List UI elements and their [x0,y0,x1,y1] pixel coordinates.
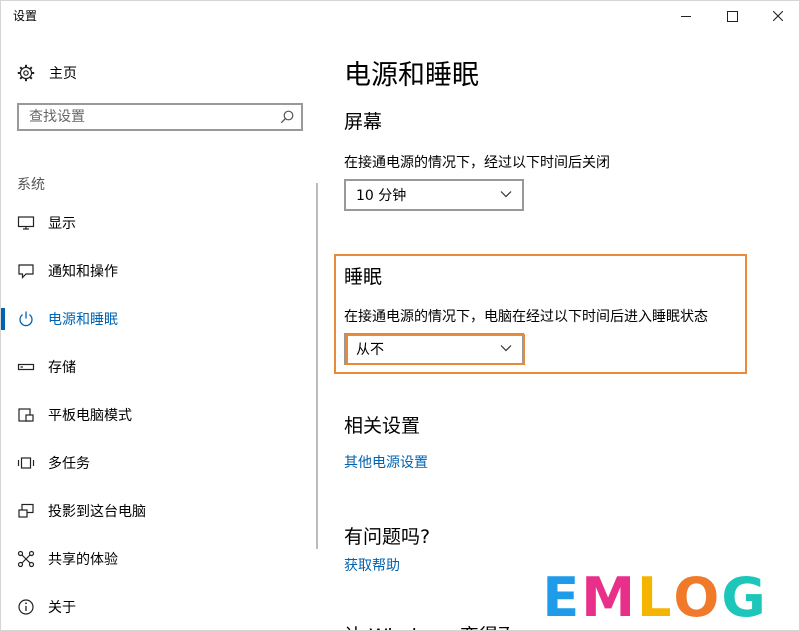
monitor-icon [17,214,35,232]
related-settings-heading: 相关设置 [344,415,421,437]
sidebar-item-label: 通知和操作 [48,264,118,280]
watermark-letter: E [542,566,582,629]
search-box[interactable] [17,103,303,131]
settings-window: 设置 主页 查找设置 系统 显示 通知和操作 电源和睡眠 存储 平板电脑模式 多… [0,0,800,631]
power-icon [17,310,35,328]
improve-windows-heading: 让 Windows 变得更好 [344,621,536,630]
help-heading: 有问题吗? [344,526,431,548]
sidebar-item-label: 多任务 [48,456,90,472]
sidebar-item-tablet-mode[interactable]: 平板电脑模式 [1,391,319,439]
sidebar-item-project[interactable]: 投影到这台电脑 [1,487,319,535]
additional-power-settings-link[interactable]: 其他电源设置 [344,452,428,472]
watermark-letter: O [673,566,722,629]
watermark-letter: M [581,566,637,629]
search-icon[interactable] [279,109,295,125]
screen-description: 在接通电源的情况下，经过以下时间后关闭 [344,155,610,171]
sidebar-item-label: 投影到这台电脑 [48,504,146,520]
watermark-letter: G [721,566,768,629]
multitask-icon [17,454,35,472]
sidebar-item-multitasking[interactable]: 多任务 [1,439,319,487]
emlog-watermark: E M L O G [509,564,799,630]
share-icon [17,550,35,568]
window-title: 设置 [13,9,38,23]
sidebar-item-shared-experiences[interactable]: 共享的体验 [1,535,319,583]
screen-timeout-value: 10 分钟 [356,188,407,204]
sidebar-item-power-sleep[interactable]: 电源和睡眠 [1,295,319,343]
sidebar-item-label: 共享的体验 [48,552,118,568]
storage-drive-icon [17,358,35,376]
sidebar-item-storage[interactable]: 存储 [1,343,319,391]
sidebar-item-label: 显示 [48,216,76,232]
sidebar-item-label: 存储 [48,360,76,376]
watermark-letter: L [636,566,674,629]
gear-icon [17,64,35,82]
sidebar: 主页 系统 显示 通知和操作 [1,31,319,630]
sidebar-item-label: 电源和睡眠 [48,312,118,328]
page-title: 电源和睡眠 [344,60,479,91]
sidebar-item-label: 关于 [48,600,76,616]
tablet-mode-icon [17,406,35,424]
project-icon [17,502,35,520]
screen-timeout-dropdown[interactable]: 10 分钟 [344,179,524,211]
info-icon [17,598,35,616]
screen-heading: 屏幕 [344,111,383,133]
message-icon [17,262,35,280]
sidebar-scrollbar[interactable] [316,183,318,549]
sidebar-nav: 显示 通知和操作 电源和睡眠 存储 平板电脑模式 多任务 投影到这台电脑 共享的… [1,199,319,630]
sidebar-item-notifications[interactable]: 通知和操作 [1,247,319,295]
section-label-system: 系统 [17,177,45,193]
sidebar-item-display[interactable]: 显示 [1,199,319,247]
sleep-highlight-box [334,254,747,374]
home-label: 主页 [49,66,77,82]
sidebar-item-about[interactable]: 关于 [1,583,319,630]
get-help-link[interactable]: 获取帮助 [344,555,400,575]
home-nav-item[interactable]: 主页 [17,61,77,85]
search-input[interactable] [19,105,269,129]
chevron-down-icon [500,191,512,198]
sidebar-item-label: 平板电脑模式 [48,408,132,424]
